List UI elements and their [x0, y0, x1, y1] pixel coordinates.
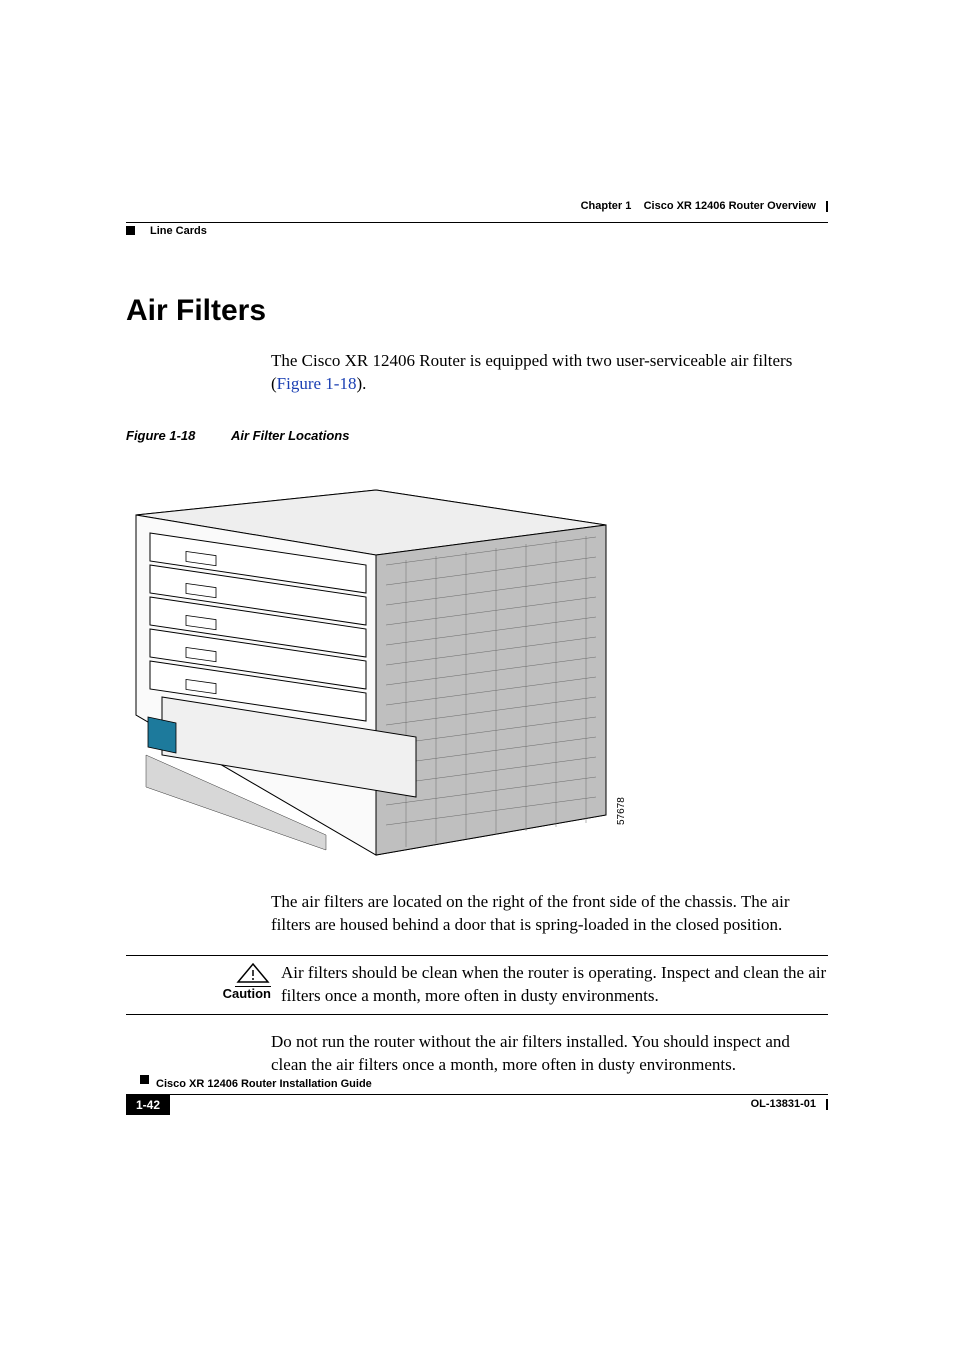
figure-caption: Figure 1-18Air Filter Locations — [126, 428, 828, 443]
header-rule — [126, 222, 828, 223]
router-diagram-icon: 57678 — [126, 455, 646, 875]
chapter-title: Cisco XR 12406 Router Overview — [644, 200, 816, 212]
intro-paragraph: The Cisco XR 12406 Router is equipped wi… — [271, 350, 828, 396]
caution-label: Caution — [223, 986, 271, 1001]
footer-bar-icon — [826, 1099, 828, 1110]
page-footer: Cisco XR 12406 Router Installation Guide… — [126, 1074, 828, 1117]
footer-guide-title: Cisco XR 12406 Router Installation Guide — [156, 1078, 372, 1090]
chapter-heading: Chapter 1 Cisco XR 12406 Router Overview — [581, 200, 828, 212]
figure-crossref-link[interactable]: Figure 1-18 — [277, 374, 357, 393]
breadcrumb-text: Line Cards — [150, 225, 207, 237]
page-number: 1-42 — [126, 1095, 170, 1115]
figure-image: 57678 — [126, 455, 646, 875]
page-header: Chapter 1 Cisco XR 12406 Router Overview — [126, 200, 828, 218]
caution-block: Caution Air filters should be clean when… — [126, 955, 828, 1015]
intro-text-suffix: ). — [356, 374, 366, 393]
caution-text: Air filters should be clean when the rou… — [281, 962, 828, 1008]
section-heading: Air Filters — [126, 294, 828, 328]
paragraph-after-figure: The air filters are located on the right… — [271, 891, 828, 937]
paragraph-after-caution: Do not run the router without the air fi… — [271, 1031, 828, 1077]
caution-triangle-icon — [235, 962, 271, 987]
figure-annotation-id: 57678 — [616, 797, 627, 825]
header-bar-icon — [826, 201, 828, 212]
chapter-label: Chapter 1 — [581, 200, 632, 212]
square-bullet-icon — [126, 226, 135, 235]
square-bullet-icon — [140, 1075, 149, 1084]
document-number: OL-13831-01 — [751, 1098, 828, 1110]
figure-title: Air Filter Locations — [231, 428, 349, 443]
figure-number: Figure 1-18 — [126, 428, 231, 443]
breadcrumb: Line Cards — [126, 225, 828, 239]
